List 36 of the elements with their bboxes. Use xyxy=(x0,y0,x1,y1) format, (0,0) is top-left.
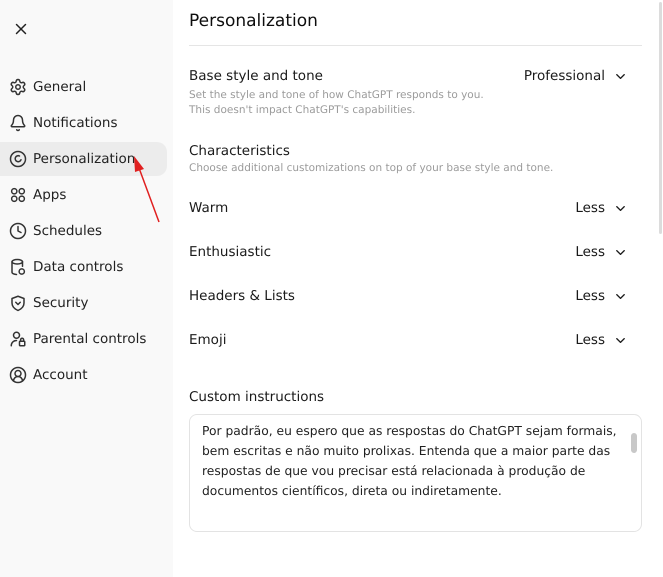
setting-label: Headers & Lists xyxy=(189,288,295,304)
sidebar-item[interactable]: Apps xyxy=(0,178,167,212)
section-label: Custom instructions xyxy=(189,389,324,405)
setting-label: Emoji xyxy=(189,332,226,348)
setting-label: Base style and tone xyxy=(189,68,323,84)
settings-icon xyxy=(9,78,27,96)
clock-icon xyxy=(9,222,27,240)
section-label: Characteristics xyxy=(189,143,290,159)
level-dropdown[interactable]: Less xyxy=(575,332,642,348)
database-icon xyxy=(9,258,27,276)
sidebar-item[interactable]: General xyxy=(0,70,167,104)
sidebar-item[interactable]: Account xyxy=(0,358,167,392)
sidebar-item[interactable]: Notifications xyxy=(0,106,167,140)
scrollbar-thumb[interactable] xyxy=(659,2,662,234)
level-dropdown[interactable]: Less xyxy=(575,288,642,304)
style-dropdown[interactable]: Professional xyxy=(524,68,642,84)
level-dropdown[interactable]: Less xyxy=(575,200,642,216)
sidebar-item[interactable]: Security xyxy=(0,286,167,320)
page-title: Personalization xyxy=(189,0,642,46)
sidebar-item[interactable]: Schedules xyxy=(0,214,167,248)
sidebar-item[interactable]: Parental controls xyxy=(0,322,167,356)
setting-label: Warm xyxy=(189,200,228,216)
sidebar-item[interactable]: Personalization xyxy=(0,142,167,176)
setting-description: Set the style and tone of how ChatGPT responds to you. xyxy=(189,88,485,103)
scrollbar-thumb[interactable] xyxy=(631,433,637,453)
sidebar-item[interactable]: Data controls xyxy=(0,250,167,284)
setting-label: Enthusiastic xyxy=(189,244,272,260)
section-description: Choose additional customizations on top of your base style and tone. xyxy=(189,161,554,176)
account-icon xyxy=(9,366,27,384)
level-dropdown[interactable]: Less xyxy=(575,244,642,260)
shield-icon xyxy=(9,294,27,312)
setting-description: This doesn't impact ChatGPT's capabilities. xyxy=(189,103,416,118)
grid-icon xyxy=(9,186,27,204)
user-lock-icon xyxy=(9,330,27,348)
instructions-field[interactable]: Por padrão, eu espero que as respostas do ChatGPT sejam formais, bem escritas e não muito prolixas. Entenda que a maior parte das respostas de que vou precisar está relacionada à produção de documentos científicos, direta ou indiretamente. xyxy=(189,414,642,532)
bell-icon xyxy=(9,114,27,132)
